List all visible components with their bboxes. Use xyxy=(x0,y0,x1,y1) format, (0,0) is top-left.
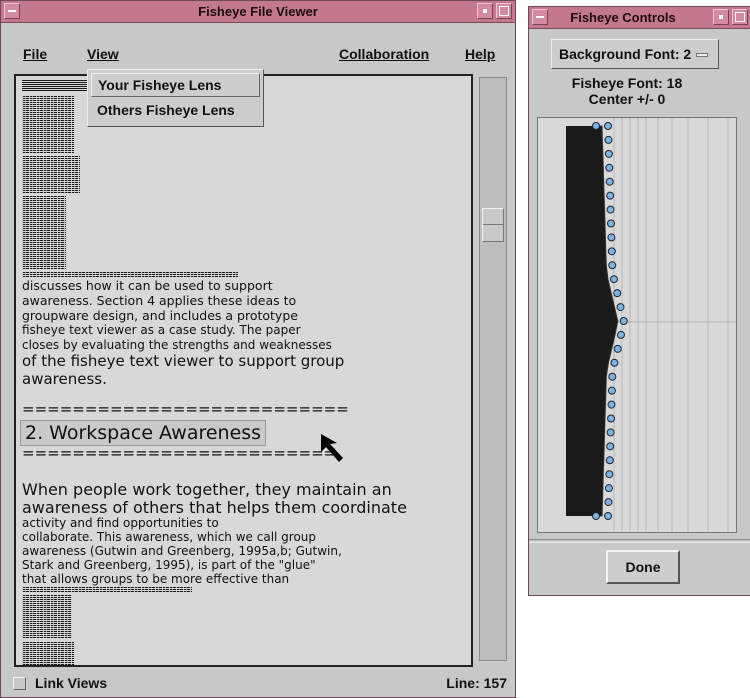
control-point[interactable] xyxy=(613,289,622,298)
control-point[interactable] xyxy=(606,205,615,214)
link-views-checkbox[interactable] xyxy=(13,677,26,690)
compressed-text-block xyxy=(22,80,92,92)
text-line: awareness (Gutwin and Greenberg, 1995a,b… xyxy=(22,544,342,558)
menu-item-others-fisheye-lens[interactable]: Others Fisheye Lens xyxy=(91,99,260,123)
status-bar: Link Views Line: 157 xyxy=(5,671,511,695)
scrollbar-thumb[interactable] xyxy=(482,208,504,242)
done-button[interactable]: Done xyxy=(606,550,680,584)
control-point[interactable] xyxy=(609,275,618,284)
control-point[interactable] xyxy=(604,135,613,144)
control-point[interactable] xyxy=(604,484,613,493)
menu-help-label: Help xyxy=(465,46,496,62)
control-point[interactable] xyxy=(608,261,617,270)
control-point[interactable] xyxy=(607,400,616,409)
compressed-text-block xyxy=(22,642,74,665)
control-point[interactable] xyxy=(592,122,600,130)
text-line: Stark and Greenberg, 1995), is part of t… xyxy=(22,558,316,572)
text-line: ========================== xyxy=(22,400,349,418)
control-point[interactable] xyxy=(616,330,625,339)
viewer-titlebar[interactable]: Fisheye File Viewer xyxy=(1,1,515,23)
menu-collaboration[interactable]: Collaboration xyxy=(339,46,429,62)
menu-item-your-fisheye-lens[interactable]: Your Fisheye Lens xyxy=(91,73,260,97)
control-point[interactable] xyxy=(604,512,613,520)
mouse-pointer-icon xyxy=(321,434,343,462)
maximize-button[interactable] xyxy=(732,9,748,25)
control-point[interactable] xyxy=(605,456,614,465)
fisheye-font-label: Fisheye Font: 18 xyxy=(571,75,683,91)
fisheye-lens-graph[interactable] xyxy=(537,117,737,533)
control-point[interactable] xyxy=(606,219,615,228)
maximize-button[interactable] xyxy=(496,3,512,19)
controls-title: Fisheye Controls xyxy=(570,10,676,25)
text-line: discusses how it can be used to support xyxy=(22,278,273,293)
fisheye-controls-window: Fisheye Controls Background Font: 2 Fish… xyxy=(528,6,750,596)
text-line: that allows groups to be more effective … xyxy=(22,572,290,586)
fisheye-file-viewer-window: Fisheye File Viewer File View Collaborat… xyxy=(0,0,516,698)
fisheye-text-pane[interactable]: discusses how it can be used to support … xyxy=(14,74,473,667)
center-label: Center +/- 0 xyxy=(588,91,666,107)
control-point[interactable] xyxy=(604,149,613,158)
line-indicator: Line: 157 xyxy=(446,675,507,691)
compressed-text-block xyxy=(22,595,72,639)
section-heading: 2. Workspace Awareness xyxy=(20,420,267,446)
control-point[interactable] xyxy=(607,233,616,242)
control-point[interactable] xyxy=(605,177,614,186)
minimize-button[interactable] xyxy=(713,9,729,25)
compressed-text-block xyxy=(22,587,192,593)
menu-view[interactable]: View xyxy=(87,46,119,62)
control-point[interactable] xyxy=(610,358,619,367)
control-point[interactable] xyxy=(607,247,616,256)
compressed-text-block xyxy=(22,196,66,270)
control-point[interactable] xyxy=(592,512,600,520)
menu-collaboration-label: Collaboration xyxy=(339,46,430,62)
text-line: awareness of others that helps them coor… xyxy=(22,498,407,517)
lens-curve-editor[interactable] xyxy=(538,118,737,533)
menu-file[interactable]: File xyxy=(23,46,47,62)
text-line: collaborate. This awareness, which we ca… xyxy=(22,530,317,544)
text-line: closes by evaluating the strengths and w… xyxy=(22,338,332,352)
control-point[interactable] xyxy=(604,122,612,130)
text-line: awareness. xyxy=(22,370,107,388)
menubar: File View Collaboration Help xyxy=(5,39,511,69)
separator xyxy=(529,539,750,543)
option-menu-indicator-icon xyxy=(696,53,708,57)
text-line: fisheye text viewer as a case study. The… xyxy=(22,323,301,337)
control-point[interactable] xyxy=(605,470,614,479)
control-point[interactable] xyxy=(607,414,616,423)
minimize-button[interactable] xyxy=(477,3,493,19)
text-line: groupware design, and includes a prototy… xyxy=(22,308,298,323)
control-point[interactable] xyxy=(613,344,622,353)
text-line: of the fisheye text viewer to support gr… xyxy=(22,352,345,370)
control-point[interactable] xyxy=(619,317,628,325)
menu-help[interactable]: Help xyxy=(465,46,495,62)
control-point[interactable] xyxy=(606,428,615,437)
control-point[interactable] xyxy=(606,442,615,451)
control-point[interactable] xyxy=(616,303,625,312)
compressed-text-block xyxy=(22,96,74,154)
link-views-label: Link Views xyxy=(35,675,108,691)
compressed-text-block xyxy=(22,156,80,194)
control-point[interactable] xyxy=(608,372,617,381)
text-line: When people work together, they maintain… xyxy=(22,480,392,499)
text-line: awareness. Section 4 applies these ideas… xyxy=(22,293,297,308)
viewer-title: Fisheye File Viewer xyxy=(198,4,318,19)
text-line: ========================= xyxy=(22,444,337,462)
menu-file-label: File xyxy=(23,46,48,62)
view-dropdown-menu: Your Fisheye Lens Others Fisheye Lens xyxy=(87,69,264,127)
vertical-scrollbar[interactable] xyxy=(479,77,507,661)
text-line: activity and find opportunities to xyxy=(22,516,219,530)
control-point[interactable] xyxy=(606,191,615,200)
control-point[interactable] xyxy=(607,386,616,395)
menu-view-label: View xyxy=(87,46,119,62)
background-font-label: Background Font: 2 xyxy=(559,46,692,62)
controls-titlebar[interactable]: Fisheye Controls xyxy=(529,7,750,29)
control-point[interactable] xyxy=(604,498,613,507)
background-font-option-menu[interactable]: Background Font: 2 xyxy=(551,39,719,69)
control-point[interactable] xyxy=(605,163,614,172)
